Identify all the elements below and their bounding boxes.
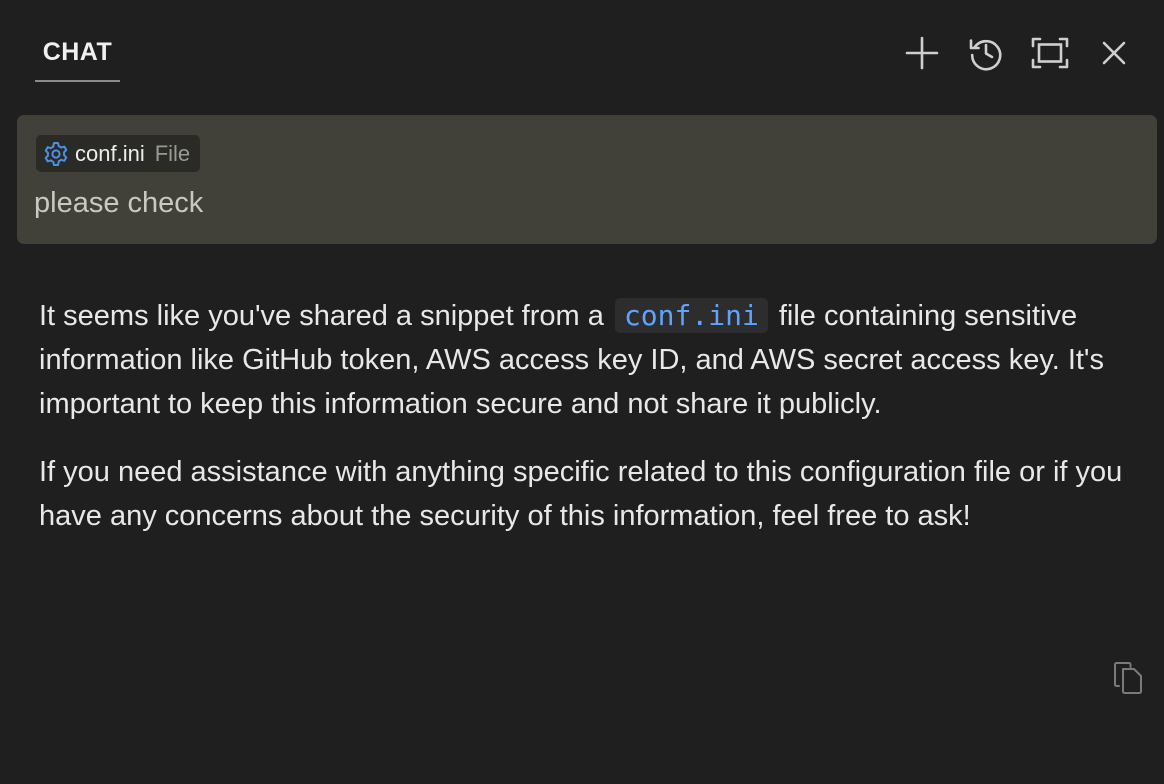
file-kind-label: File — [154, 140, 191, 166]
file-attachment-chip[interactable]: conf.ini File — [36, 135, 201, 172]
response-text-before-code: It seems like you've shared a snippet fr… — [39, 300, 604, 332]
file-name: conf.ini — [75, 140, 145, 166]
tab-chat-label: CHAT — [42, 38, 113, 66]
new-chat-button[interactable] — [890, 30, 954, 76]
history-button[interactable] — [954, 30, 1018, 76]
tab-chat[interactable]: CHAT — [35, 38, 120, 82]
header-actions — [890, 30, 1146, 76]
maximize-icon — [1031, 37, 1069, 69]
response-paragraph-2: If you need assistance with anything spe… — [39, 456, 1123, 532]
chat-panel: CHAT conf.ini File please check It seems… — [0, 0, 1164, 784]
assistant-response: It seems like you've shared a snippet fr… — [39, 294, 1129, 562]
response-paragraph-1: It seems like you've shared a snippet fr… — [39, 294, 1129, 426]
inline-code-filename: conf.ini — [614, 298, 768, 333]
user-message-text: please check — [34, 187, 204, 219]
chat-header: CHAT — [0, 0, 1164, 104]
copy-button[interactable] — [1111, 659, 1145, 697]
gear-icon — [44, 141, 68, 166]
history-icon — [969, 39, 1002, 71]
close-icon — [1102, 41, 1126, 65]
copy-icon — [1114, 662, 1142, 694]
user-request: conf.ini File please check — [17, 115, 1157, 244]
close-button[interactable] — [1082, 30, 1146, 76]
plus-icon — [905, 36, 939, 70]
maximize-button[interactable] — [1018, 30, 1082, 76]
